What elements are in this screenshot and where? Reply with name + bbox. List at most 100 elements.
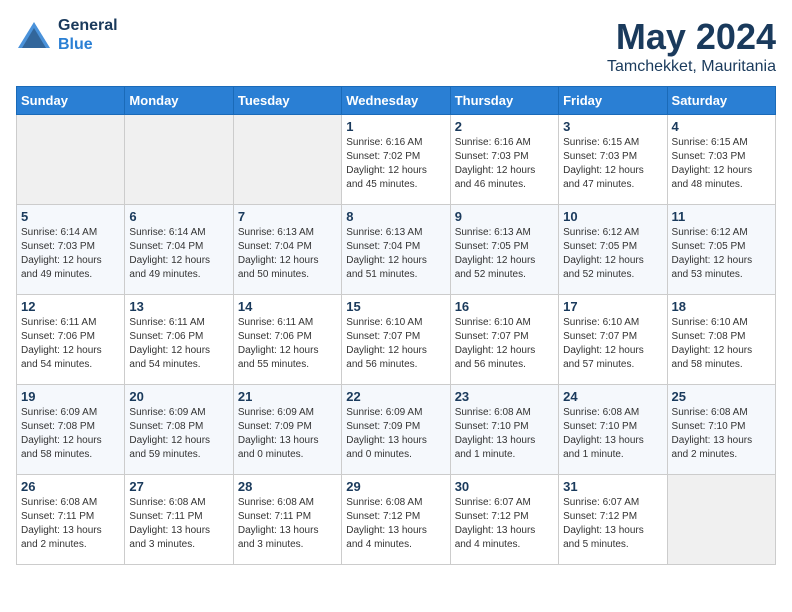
cell-info: Sunrise: 6:09 AMSunset: 7:09 PMDaylight:… bbox=[238, 406, 337, 462]
cell-date: 18 bbox=[672, 299, 771, 314]
cell-date: 15 bbox=[346, 299, 445, 314]
cell-date: 26 bbox=[21, 479, 120, 494]
subtitle: Tamchekket, Mauritania bbox=[607, 58, 776, 76]
cell-date: 28 bbox=[238, 479, 337, 494]
calendar-cell: 12Sunrise: 6:11 AMSunset: 7:06 PMDayligh… bbox=[17, 295, 125, 385]
cell-info: Sunrise: 6:08 AMSunset: 7:11 PMDaylight:… bbox=[21, 496, 120, 552]
calendar-cell: 11Sunrise: 6:12 AMSunset: 7:05 PMDayligh… bbox=[667, 205, 775, 295]
calendar-cell: 1 Sunrise: 6:16 AMSunset: 7:02 PMDaylight… bbox=[342, 115, 450, 205]
cell-date: 17 bbox=[563, 299, 662, 314]
calendar-week-row: 12 Sunrise: 6:11 AMSunset: 7:06 PMDayligh… bbox=[17, 295, 776, 385]
calendar-cell: 22 Sunrise: 6:09 AMSunset: 7:09 PMDayligh… bbox=[342, 385, 450, 475]
day-header-saturday: Saturday bbox=[667, 87, 775, 115]
cell-date: 23 bbox=[455, 389, 554, 404]
header: General Blue May 2024 Tamchekket, Maurit… bbox=[16, 16, 776, 76]
cell-date: 11 bbox=[672, 209, 771, 224]
cell-info: Sunrise: 6:16 AMSunset: 7:03 PMDaylight:… bbox=[455, 136, 554, 192]
day-header-wednesday: Wednesday bbox=[342, 87, 450, 115]
calendar-cell: 20 Sunrise: 6:09 AMSunset: 7:08 PMDayligh… bbox=[125, 385, 233, 475]
calendar-cell: 19 Sunrise: 6:09 AMSunset: 7:08 PMDayligh… bbox=[17, 385, 125, 475]
cell-info: Sunrise: 6:08 AMSunset: 7:11 PMDaylight:… bbox=[129, 496, 228, 552]
cell-date: 31 bbox=[563, 479, 662, 494]
cell-info: Sunrise: 6:10 AMSunset: 7:07 PMDaylight:… bbox=[563, 316, 662, 372]
cell-info: Sunrise: 6:08 AMSunset: 7:10 PMDaylight:… bbox=[672, 406, 771, 462]
calendar-cell: 25 Sunrise: 6:08 AMSunset: 7:10 PMDayligh… bbox=[667, 385, 775, 475]
calendar-week-row: 26 Sunrise: 6:08 AMSunset: 7:11 PMDayligh… bbox=[17, 475, 776, 565]
calendar-cell: 17 Sunrise: 6:10 AMSunset: 7:07 PMDayligh… bbox=[559, 295, 667, 385]
cell-date: 8 bbox=[346, 209, 445, 224]
calendar-cell: 3 Sunrise: 6:15 AMSunset: 7:03 PMDaylight… bbox=[559, 115, 667, 205]
days-header-row: SundayMondayTuesdayWednesdayThursdayFrid… bbox=[17, 87, 776, 115]
calendar-week-row: 5 Sunrise: 6:14 AMSunset: 7:03 PMDaylight… bbox=[17, 205, 776, 295]
cell-info: Sunrise: 6:09 AMSunset: 7:08 PMDaylight:… bbox=[129, 406, 228, 462]
day-header-tuesday: Tuesday bbox=[233, 87, 341, 115]
cell-info: Sunrise: 6:15 AMSunset: 7:03 PMDaylight:… bbox=[672, 136, 771, 192]
cell-date: 3 bbox=[563, 119, 662, 134]
cell-date: 19 bbox=[21, 389, 120, 404]
calendar-cell bbox=[125, 115, 233, 205]
cell-date: 9 bbox=[455, 209, 554, 224]
cell-date: 25 bbox=[672, 389, 771, 404]
cell-info: Sunrise: 6:08 AMSunset: 7:12 PMDaylight:… bbox=[346, 496, 445, 552]
cell-date: 13 bbox=[129, 299, 228, 314]
calendar-cell: 15Sunrise: 6:10 AMSunset: 7:07 PMDayligh… bbox=[342, 295, 450, 385]
calendar-cell: 24 Sunrise: 6:08 AMSunset: 7:10 PMDayligh… bbox=[559, 385, 667, 475]
calendar-week-row: 1 Sunrise: 6:16 AMSunset: 7:02 PMDaylight… bbox=[17, 115, 776, 205]
cell-info: Sunrise: 6:10 AMSunset: 7:07 PMDaylight:… bbox=[455, 316, 554, 372]
logo-icon bbox=[16, 20, 52, 50]
calendar-cell: 18 Sunrise: 6:10 AMSunset: 7:08 PMDayligh… bbox=[667, 295, 775, 385]
calendar: SundayMondayTuesdayWednesdayThursdayFrid… bbox=[16, 86, 776, 565]
cell-info: Sunrise: 6:13 AMSunset: 7:04 PMDaylight:… bbox=[346, 226, 445, 282]
calendar-week-row: 19 Sunrise: 6:09 AMSunset: 7:08 PMDayligh… bbox=[17, 385, 776, 475]
logo: General Blue bbox=[16, 16, 118, 54]
cell-date: 1 bbox=[346, 119, 445, 134]
title-area: May 2024 Tamchekket, Mauritania bbox=[607, 16, 776, 76]
cell-info: Sunrise: 6:16 AMSunset: 7:02 PMDaylight:… bbox=[346, 136, 445, 192]
cell-info: Sunrise: 6:12 AMSunset: 7:05 PMDaylight:… bbox=[563, 226, 662, 282]
calendar-cell: 7Sunrise: 6:13 AMSunset: 7:04 PMDaylight… bbox=[233, 205, 341, 295]
cell-info: Sunrise: 6:09 AMSunset: 7:08 PMDaylight:… bbox=[21, 406, 120, 462]
cell-info: Sunrise: 6:08 AMSunset: 7:10 PMDaylight:… bbox=[455, 406, 554, 462]
main-title: May 2024 bbox=[607, 16, 776, 58]
calendar-cell: 9 Sunrise: 6:13 AMSunset: 7:05 PMDaylight… bbox=[450, 205, 558, 295]
cell-info: Sunrise: 6:15 AMSunset: 7:03 PMDaylight:… bbox=[563, 136, 662, 192]
calendar-cell bbox=[17, 115, 125, 205]
calendar-cell: 27 Sunrise: 6:08 AMSunset: 7:11 PMDayligh… bbox=[125, 475, 233, 565]
calendar-cell: 13 Sunrise: 6:11 AMSunset: 7:06 PMDayligh… bbox=[125, 295, 233, 385]
cell-date: 27 bbox=[129, 479, 228, 494]
cell-date: 29 bbox=[346, 479, 445, 494]
cell-date: 22 bbox=[346, 389, 445, 404]
cell-date: 7 bbox=[238, 209, 337, 224]
cell-date: 12 bbox=[21, 299, 120, 314]
calendar-cell bbox=[233, 115, 341, 205]
calendar-cell: 10Sunrise: 6:12 AMSunset: 7:05 PMDayligh… bbox=[559, 205, 667, 295]
cell-info: Sunrise: 6:07 AMSunset: 7:12 PMDaylight:… bbox=[455, 496, 554, 552]
cell-info: Sunrise: 6:11 AMSunset: 7:06 PMDaylight:… bbox=[129, 316, 228, 372]
calendar-cell: 26 Sunrise: 6:08 AMSunset: 7:11 PMDayligh… bbox=[17, 475, 125, 565]
cell-info: Sunrise: 6:14 AMSunset: 7:03 PMDaylight:… bbox=[21, 226, 120, 282]
cell-date: 20 bbox=[129, 389, 228, 404]
cell-date: 21 bbox=[238, 389, 337, 404]
calendar-cell: 5 Sunrise: 6:14 AMSunset: 7:03 PMDaylight… bbox=[17, 205, 125, 295]
cell-info: Sunrise: 6:08 AMSunset: 7:10 PMDaylight:… bbox=[563, 406, 662, 462]
calendar-cell: 2Sunrise: 6:16 AMSunset: 7:03 PMDaylight… bbox=[450, 115, 558, 205]
calendar-cell: 28Sunrise: 6:08 AMSunset: 7:11 PMDayligh… bbox=[233, 475, 341, 565]
cell-info: Sunrise: 6:13 AMSunset: 7:05 PMDaylight:… bbox=[455, 226, 554, 282]
cell-date: 14 bbox=[238, 299, 337, 314]
calendar-cell: 16Sunrise: 6:10 AMSunset: 7:07 PMDayligh… bbox=[450, 295, 558, 385]
cell-info: Sunrise: 6:10 AMSunset: 7:08 PMDaylight:… bbox=[672, 316, 771, 372]
day-header-friday: Friday bbox=[559, 87, 667, 115]
cell-info: Sunrise: 6:14 AMSunset: 7:04 PMDaylight:… bbox=[129, 226, 228, 282]
cell-info: Sunrise: 6:09 AMSunset: 7:09 PMDaylight:… bbox=[346, 406, 445, 462]
calendar-cell: 8 Sunrise: 6:13 AMSunset: 7:04 PMDaylight… bbox=[342, 205, 450, 295]
cell-date: 24 bbox=[563, 389, 662, 404]
calendar-cell: 14 Sunrise: 6:11 AMSunset: 7:06 PMDayligh… bbox=[233, 295, 341, 385]
calendar-cell: 6Sunrise: 6:14 AMSunset: 7:04 PMDaylight… bbox=[125, 205, 233, 295]
cell-date: 5 bbox=[21, 209, 120, 224]
cell-date: 30 bbox=[455, 479, 554, 494]
calendar-cell: 31Sunrise: 6:07 AMSunset: 7:12 PMDayligh… bbox=[559, 475, 667, 565]
day-header-monday: Monday bbox=[125, 87, 233, 115]
cell-info: Sunrise: 6:11 AMSunset: 7:06 PMDaylight:… bbox=[238, 316, 337, 372]
calendar-cell bbox=[667, 475, 775, 565]
logo-text: General Blue bbox=[58, 16, 118, 54]
